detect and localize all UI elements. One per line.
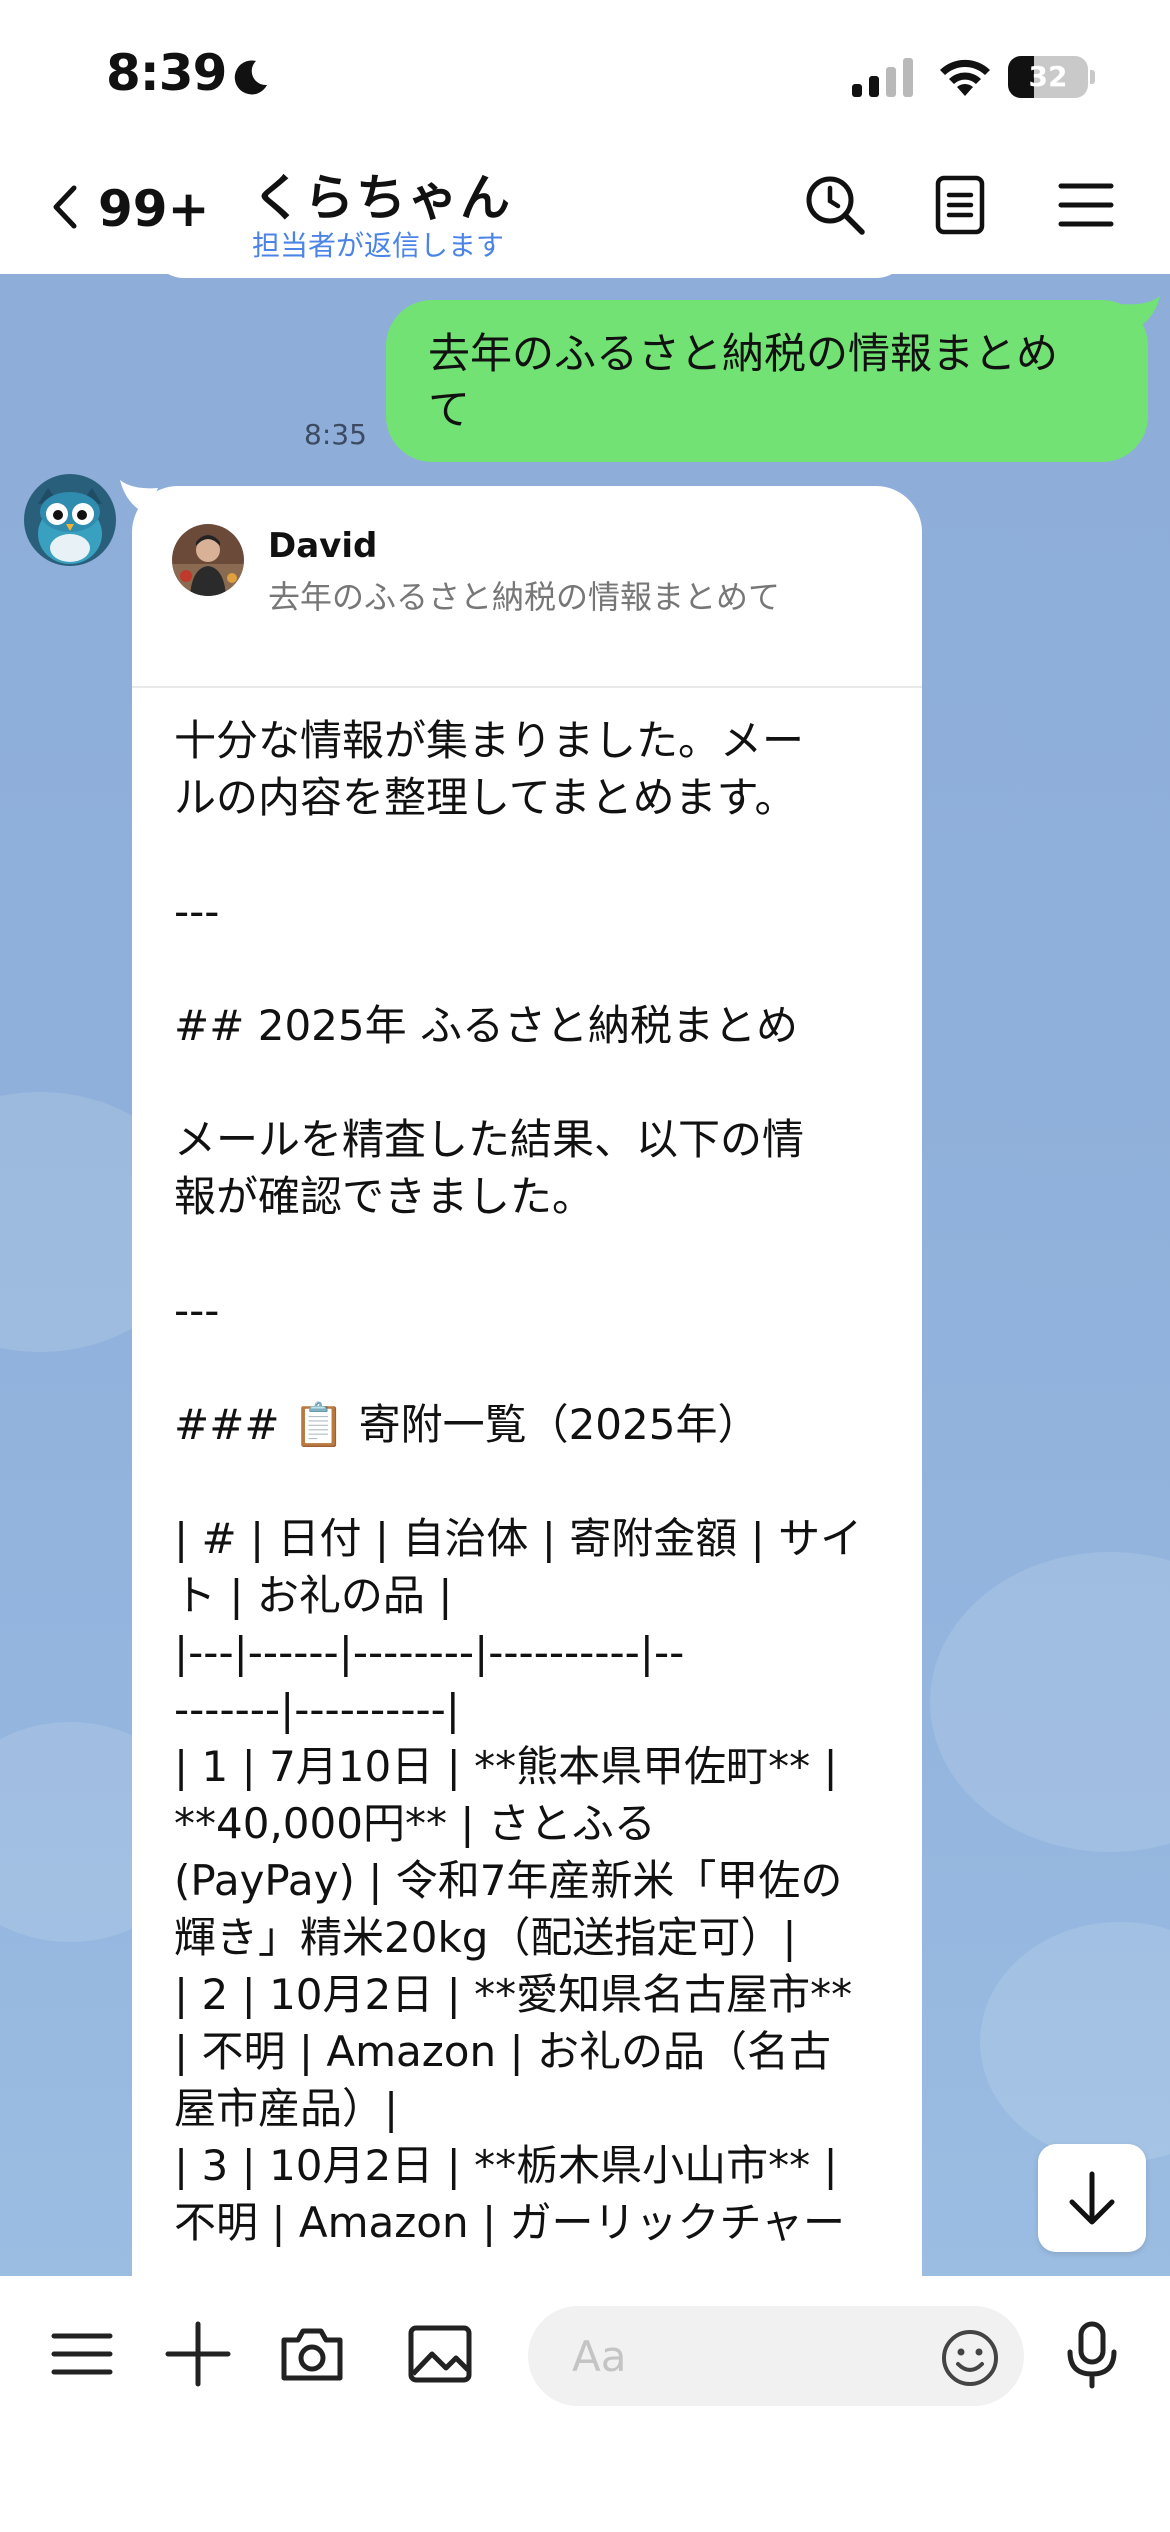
reply-quoted-text: 去年のふるさと納税の情報まとめて	[268, 578, 781, 616]
back-button[interactable]: 99+	[38, 172, 210, 242]
message-line: ## 2025年 ふるさと納税まとめ	[174, 1001, 798, 1050]
sent-message-bubble[interactable]: 去年のふるさと納税の情報まとめ て	[386, 300, 1148, 462]
message-line: 不明 | Amazon | ガーリックチャー	[174, 2198, 846, 2247]
reply-user-avatar	[172, 524, 244, 596]
message-input[interactable]: Aa	[528, 2306, 1024, 2406]
message-line	[174, 1339, 894, 1396]
arrow-down-icon	[1069, 2171, 1115, 2225]
menu-icon[interactable]	[1053, 172, 1119, 238]
microphone-icon[interactable]	[1056, 2318, 1128, 2390]
reply-user-name: David	[268, 526, 378, 566]
sent-message-line: 去年のふるさと納税の情報まとめ	[428, 329, 1059, 378]
message-input-placeholder: Aa	[572, 2332, 627, 2381]
user-photo-icon	[172, 524, 244, 596]
sent-message-line: て	[428, 385, 471, 434]
message-line: ルの内容を整理してまとめます。	[174, 773, 797, 822]
message-line: ---	[174, 887, 220, 936]
message-line: ト | お礼の品 |	[174, 1571, 453, 1620]
scroll-to-bottom-button[interactable]	[1038, 2144, 1146, 2252]
owl-avatar-icon	[24, 474, 116, 566]
message-line: |---|------|--------|----------|--	[174, 1628, 685, 1677]
message-line: メールを精査した結果、以下の情	[174, 1115, 805, 1164]
moon-icon	[234, 60, 267, 95]
message-line	[174, 826, 894, 883]
message-line: 輝き」精米20kg（配送指定可）|	[174, 1913, 797, 1962]
message-line: | 1 | 7月10日 | **熊本県甲佐町** |	[174, 1742, 838, 1791]
message-line	[174, 1054, 894, 1111]
message-line: | 3 | 10月2日 | **栃木県小山市** |	[174, 2141, 838, 2190]
wifi-icon	[940, 59, 990, 96]
message-line: (PayPay) | 令和7年産新米「甲佐の	[174, 1856, 843, 1905]
notes-icon[interactable]	[928, 172, 994, 238]
message-line: 報が確認できました。	[174, 1172, 595, 1221]
message-line: ### 📋 寄附一覧（2025年）	[174, 1400, 760, 1449]
message-line: | 不明 | Amazon | お礼の品（名古	[174, 2027, 831, 2076]
message-line: | # | 日付 | 自治体 | 寄附金額 | サイ	[174, 1514, 863, 1563]
chat-title[interactable]: くらちゃん	[252, 158, 512, 230]
message-body: 十分な情報が集まりました。メー ルの内容を整理してまとめます。 --- ## 2…	[174, 712, 894, 2251]
search-icon[interactable]	[802, 172, 868, 238]
status-bar: 8:39 32	[0, 0, 1170, 140]
message-line	[174, 1225, 894, 1282]
sent-message-time: 8:35	[304, 418, 367, 451]
received-message-bubble[interactable]: David 去年のふるさと納税の情報まとめて 十分な情報が集まりました。メー ル…	[132, 486, 922, 2336]
status-time: 8:39	[106, 44, 227, 102]
message-line: -------|----------|	[174, 1685, 460, 1734]
camera-icon[interactable]	[276, 2318, 348, 2390]
chat-subtitle: 担当者が返信します	[252, 229, 505, 262]
message-line	[174, 940, 894, 997]
battery-level: 32	[1028, 60, 1068, 93]
reply-divider	[132, 686, 922, 688]
message-line: | 2 | 10月2日 | **愛知県名古屋市**	[174, 1970, 853, 2019]
menu-icon[interactable]	[46, 2318, 118, 2390]
image-icon[interactable]	[404, 2318, 476, 2390]
message-line	[174, 1453, 894, 1510]
message-line: 屋市産品）|	[174, 2084, 399, 2133]
message-line: **40,000円** | さとふる	[174, 1799, 656, 1848]
bot-avatar[interactable]	[24, 474, 116, 566]
message-line: 十分な情報が集まりました。メー	[174, 716, 805, 765]
cellular-signal-icon	[852, 58, 913, 97]
message-line: ---	[174, 1286, 220, 1335]
back-chevron-icon	[53, 185, 77, 229]
plus-icon[interactable]	[162, 2318, 234, 2390]
unread-count: 99+	[98, 180, 210, 238]
emoji-icon[interactable]	[940, 2328, 1000, 2388]
battery-icon: 32	[1008, 56, 1096, 98]
